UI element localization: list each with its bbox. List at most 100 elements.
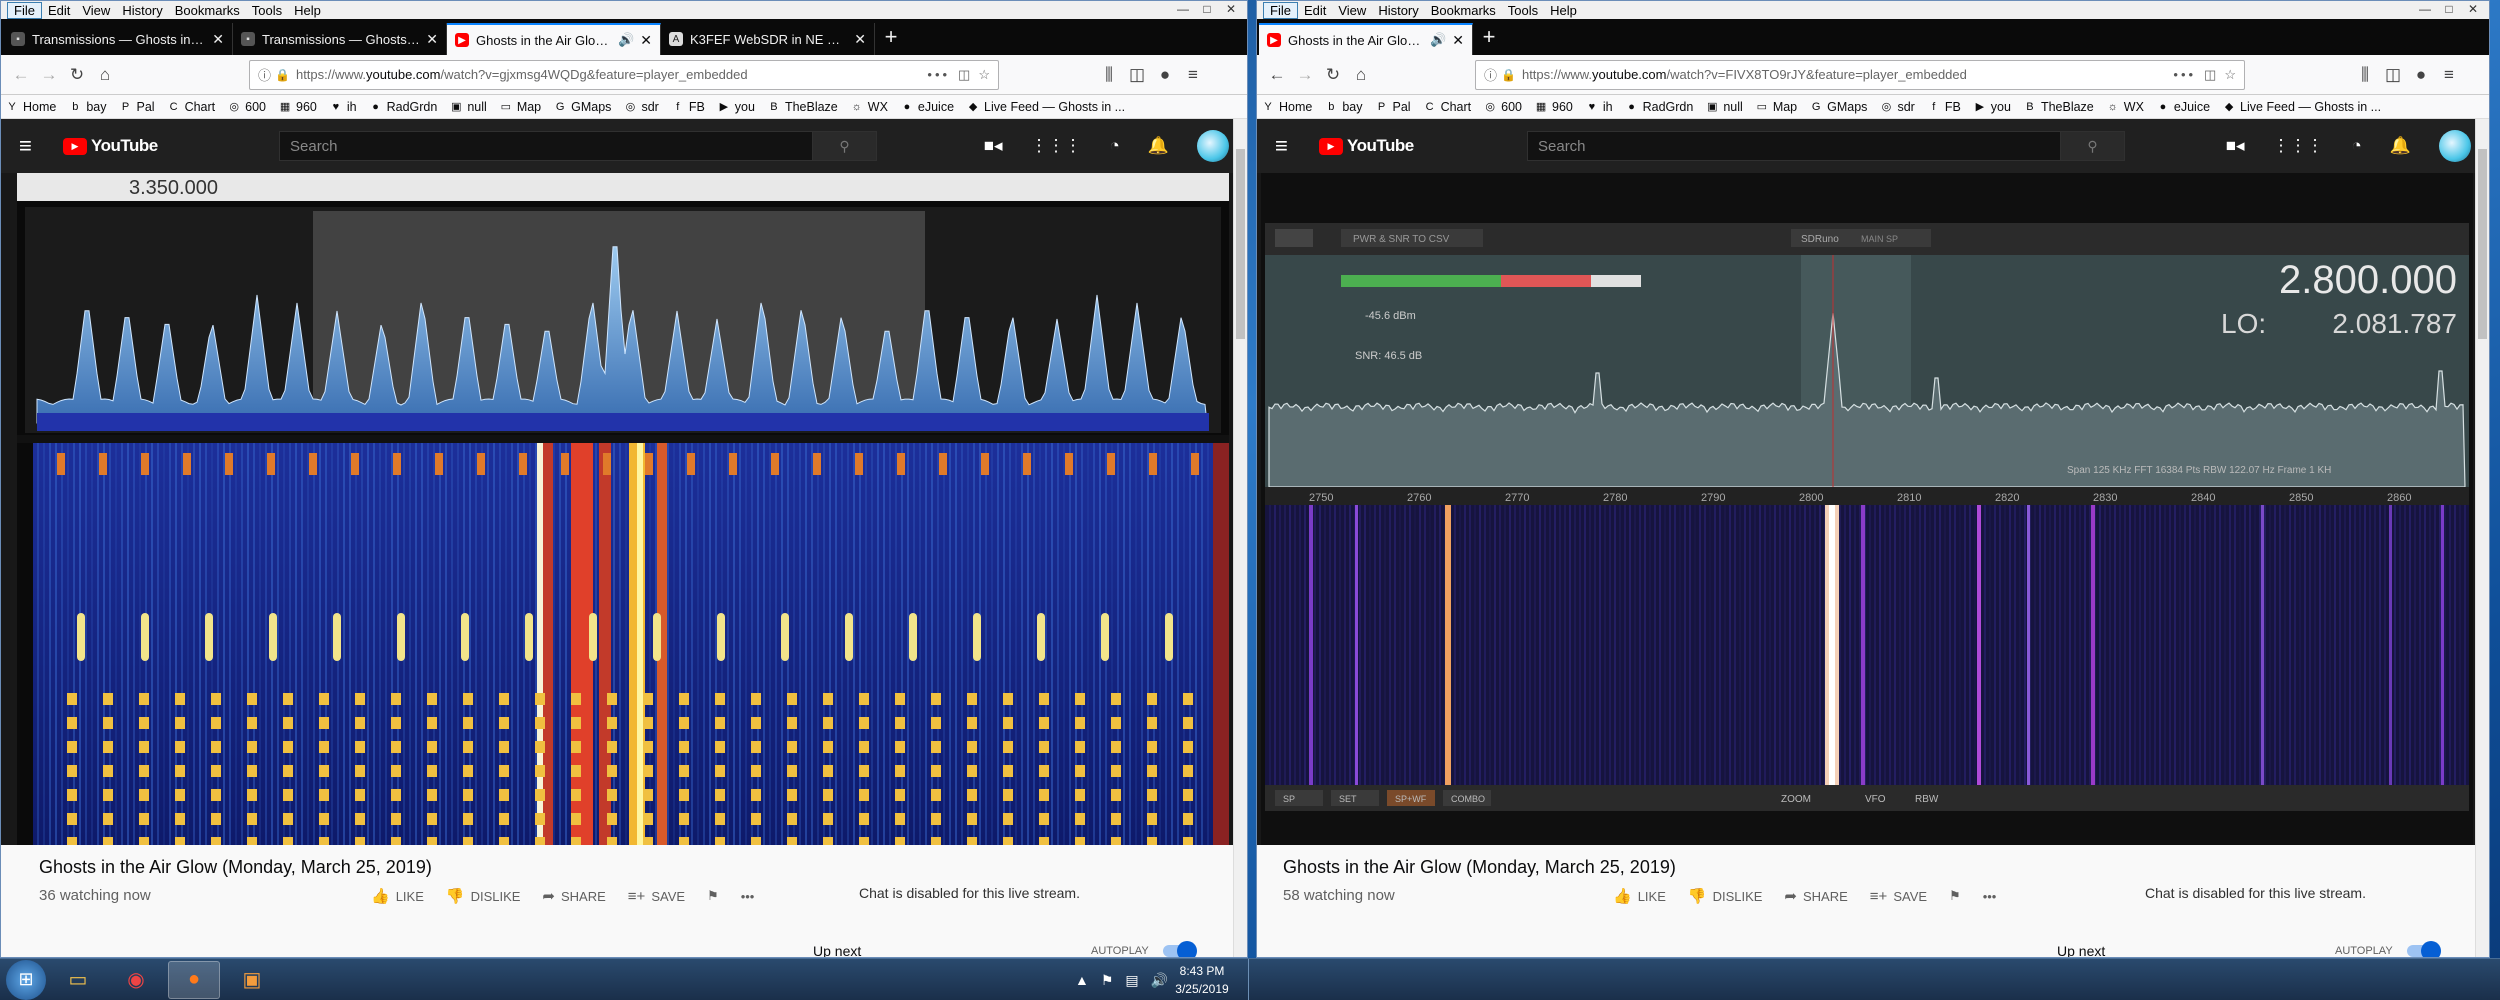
bookmark-item[interactable]: C Chart [167, 100, 216, 114]
notifications-bell-icon[interactable]: 🔔 [2390, 136, 2411, 156]
bookmark-item[interactable]: b bay [1324, 100, 1362, 114]
pocket-icon[interactable]: ◫ [958, 67, 970, 83]
menu-file[interactable]: File [7, 1, 42, 19]
menu-view[interactable]: View [1332, 3, 1372, 18]
bookmark-item[interactable]: ▭ Map [499, 100, 542, 114]
bookmark-item[interactable]: ● eJuice [900, 100, 954, 114]
reload-icon[interactable]: ↻ [1319, 61, 1347, 89]
firefox-icon[interactable]: ● [168, 960, 220, 999]
bookmark-item[interactable]: Y Home [5, 100, 56, 114]
menu-file[interactable]: File [1263, 1, 1298, 19]
maximize-button[interactable]: □ [1195, 1, 1219, 17]
menu-tools[interactable]: Tools [1502, 3, 1544, 18]
tab-transmissions-2[interactable]: ▪ Transmissions — Ghosts in the Air Glow ✕ [233, 23, 447, 55]
scrollbar-thumb[interactable] [1236, 149, 1245, 339]
menu-edit[interactable]: Edit [1298, 3, 1332, 18]
search-input[interactable]: Search [1528, 132, 2060, 160]
youtube-logo[interactable]: ▶ YouTube [1319, 136, 1414, 156]
report-flag-icon[interactable]: ⚑ [1949, 888, 1961, 904]
close-tab-icon[interactable]: ✕ [640, 32, 652, 49]
hamburger-menu-icon[interactable]: ≡ [1179, 61, 1207, 89]
speaker-icon[interactable]: 🔊 [618, 32, 634, 48]
menu-bookmarks[interactable]: Bookmarks [1425, 3, 1502, 18]
bookmark-item[interactable]: ◆ Live Feed — Ghosts in ... [966, 100, 1125, 114]
extension-icon[interactable]: ● [2407, 61, 2435, 89]
sidebar-icon[interactable]: ◫ [1123, 61, 1151, 89]
bookmark-item[interactable]: G GMaps [553, 100, 612, 114]
notifications-bell-icon[interactable]: 🔔 [1148, 136, 1169, 156]
youtube-logo[interactable]: ▶ YouTube [63, 136, 158, 156]
network-icon[interactable]: ▤ [1125, 972, 1138, 989]
menu-history[interactable]: History [116, 3, 168, 18]
forward-icon[interactable]: → [35, 61, 63, 89]
back-icon[interactable]: ← [7, 61, 35, 89]
avatar[interactable] [1197, 130, 1229, 162]
bookmark-item[interactable]: f FB [671, 100, 705, 114]
pocket-icon[interactable]: ◫ [2204, 67, 2216, 83]
page-actions-icon[interactable]: ••• [927, 67, 950, 82]
messages-icon[interactable]: ◔ [1110, 136, 1120, 156]
star-icon[interactable]: ☆ [978, 67, 990, 83]
save-button[interactable]: ≡+ SAVE [1870, 888, 1927, 905]
bookmark-item[interactable]: ▣ null [1705, 100, 1743, 114]
library-icon[interactable]: ⫼ [2351, 61, 2379, 89]
scrollbar-thumb[interactable] [2478, 149, 2487, 339]
url-bar[interactable]: ⓘ 🔒 https://www.youtube.com/watch?v=gjxm… [249, 59, 999, 90]
minimize-button[interactable]: — [1171, 1, 1195, 17]
video-player[interactable]: 3.350.000 [17, 173, 1229, 845]
camera-app-icon[interactable]: ▣ [226, 961, 278, 999]
bookmark-item[interactable]: ● RadGrdn [1625, 100, 1693, 114]
apps-grid-icon[interactable]: ⋮⋮⋮ [1031, 136, 1082, 156]
bookmark-item[interactable]: ● RadGrdn [369, 100, 437, 114]
explorer-icon[interactable]: ▭ [52, 961, 104, 999]
hamburger-menu-icon[interactable]: ≡ [2435, 61, 2463, 89]
extension-icon[interactable]: ● [1151, 61, 1179, 89]
maximize-button[interactable]: □ [2437, 1, 2461, 17]
search-icon[interactable]: ⚲ [2060, 132, 2124, 160]
bookmark-item[interactable]: ▶ you [1973, 100, 2011, 114]
minimize-button[interactable]: — [2413, 1, 2437, 17]
menu-mtl-button[interactable] [1275, 229, 1313, 247]
menu-history[interactable]: History [1372, 3, 1424, 18]
close-tab-icon[interactable]: ✕ [426, 31, 438, 48]
report-flag-icon[interactable]: ⚑ [707, 888, 719, 904]
close-window-button[interactable]: ✕ [1219, 1, 1243, 17]
star-icon[interactable]: ☆ [2224, 67, 2236, 83]
bookmark-item[interactable]: P Pal [119, 100, 155, 114]
url-bar[interactable]: ⓘ 🔒 https://www.youtube.com/watch?v=FIVX… [1475, 59, 2245, 90]
speaker-icon[interactable]: 🔊 [1430, 32, 1446, 48]
like-button[interactable]: 👍 LIKE [1613, 887, 1666, 905]
search-icon[interactable]: ⚲ [812, 132, 876, 160]
lock-icon[interactable]: 🔒 [275, 68, 290, 82]
create-video-icon[interactable]: ■◂ [2226, 136, 2245, 156]
reload-icon[interactable]: ↻ [63, 61, 91, 89]
start-button[interactable]: ⊞ [6, 959, 46, 1000]
info-icon[interactable]: ⓘ [258, 65, 271, 84]
new-tab-button[interactable]: + [1473, 24, 1505, 50]
flag-icon[interactable]: ⚑ [1101, 972, 1114, 989]
apps-grid-icon[interactable]: ⋮⋮⋮ [2273, 136, 2324, 156]
home-icon[interactable]: ⌂ [91, 61, 119, 89]
guide-menu-icon[interactable]: ≡ [1275, 133, 1309, 159]
messages-icon[interactable]: ◔ [2352, 136, 2362, 156]
tab-ghosts-youtube[interactable]: ▶ Ghosts in the Air Glow (Monday, March 2… [1259, 23, 1473, 55]
bookmark-item[interactable]: ☼ WX [2106, 100, 2144, 114]
bookmark-item[interactable]: ◎ sdr [623, 100, 659, 114]
like-button[interactable]: 👍 LIKE [371, 887, 424, 905]
bookmark-item[interactable]: ◎ sdr [1879, 100, 1915, 114]
bookmark-item[interactable]: b bay [68, 100, 106, 114]
share-button[interactable]: ➦ SHARE [1784, 887, 1847, 905]
menu-bookmarks[interactable]: Bookmarks [169, 3, 246, 18]
bookmark-item[interactable]: C Chart [1423, 100, 1472, 114]
forward-icon[interactable]: → [1291, 61, 1319, 89]
back-icon[interactable]: ← [1263, 61, 1291, 89]
library-icon[interactable]: ⫼ [1095, 61, 1123, 89]
more-actions-icon[interactable]: ••• [741, 889, 755, 904]
autoplay-toggle[interactable] [1163, 941, 1197, 957]
more-actions-icon[interactable]: ••• [1983, 889, 1997, 904]
bookmark-item[interactable]: P Pal [1375, 100, 1411, 114]
menu-edit[interactable]: Edit [42, 3, 76, 18]
bookmark-item[interactable]: ▶ you [717, 100, 755, 114]
volume-icon[interactable]: 🔊 [1151, 972, 1168, 989]
close-tab-icon[interactable]: ✕ [854, 31, 866, 48]
